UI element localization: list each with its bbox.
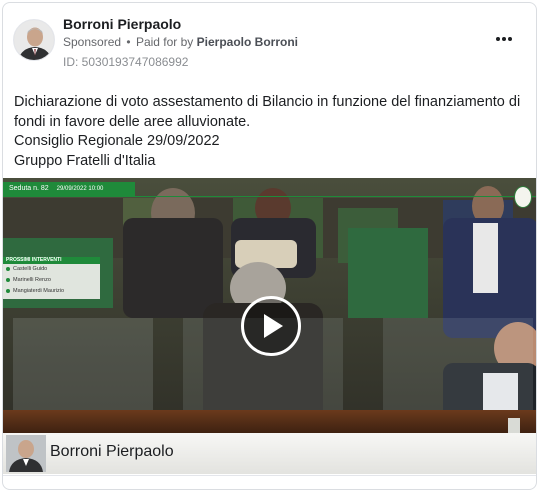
post-text-line: Consiglio Regionale 29/09/2022: [14, 133, 220, 149]
speaker-thumbnail: [6, 435, 46, 472]
meta-separator: •: [126, 35, 131, 49]
ad-id: ID: 5030193747086992: [63, 55, 189, 69]
avatar-portrait: [14, 20, 54, 60]
card-footer-divider: [3, 475, 536, 476]
ad-post-card: Borroni Pierpaolo Sponsored • Paid for b…: [2, 2, 537, 490]
page-name[interactable]: Borroni Pierpaolo: [63, 16, 181, 32]
speaker-name: Borroni Pierpaolo: [50, 443, 174, 460]
play-icon: [264, 314, 283, 338]
upcoming-speaker: Mangiaterdi Maurizio: [6, 288, 64, 294]
upcoming-speaker: Marinelli Renzo: [6, 277, 51, 283]
payer-name[interactable]: Pierpaolo Borroni: [197, 35, 298, 49]
post-text-line: Gruppo Fratelli d'Italia: [14, 152, 156, 169]
upcoming-title: PROSSIMI INTERVENTI: [3, 257, 100, 264]
speaker-lower-third: Borroni Pierpaolo: [3, 433, 536, 474]
session-divider: [3, 196, 536, 197]
session-datetime: 29/09/2022 10:00: [56, 186, 104, 192]
post-text: Dichiarazione di voto assestamento di Bi…: [14, 93, 524, 171]
more-options-button[interactable]: [492, 31, 516, 47]
play-button[interactable]: [241, 296, 301, 356]
post-text-line: fondi in favore delle aree alluvionate.: [14, 113, 251, 130]
session-label: Seduta n. 82: [9, 185, 49, 192]
page-avatar[interactable]: [13, 19, 55, 61]
post-text-line: Dichiarazione di voto assestamento di Bi…: [14, 94, 521, 110]
more-options-icon: [495, 37, 513, 41]
session-bar: Seduta n. 82 29/09/2022 10:00: [3, 182, 135, 196]
upcoming-speakers-panel: PROSSIMI INTERVENTI Castelli Guido Marin…: [3, 257, 100, 299]
video-player[interactable]: Seduta n. 82 29/09/2022 10:00 PROSSIMI I…: [3, 178, 536, 474]
upcoming-speaker: Castelli Guido: [6, 266, 47, 272]
sponsored-label: Sponsored: [63, 35, 122, 49]
sponsored-line: Sponsored • Paid for by Pierpaolo Borron…: [63, 35, 298, 49]
paid-for-label: Paid for by: [135, 35, 194, 49]
council-emblem-icon: [514, 186, 532, 208]
